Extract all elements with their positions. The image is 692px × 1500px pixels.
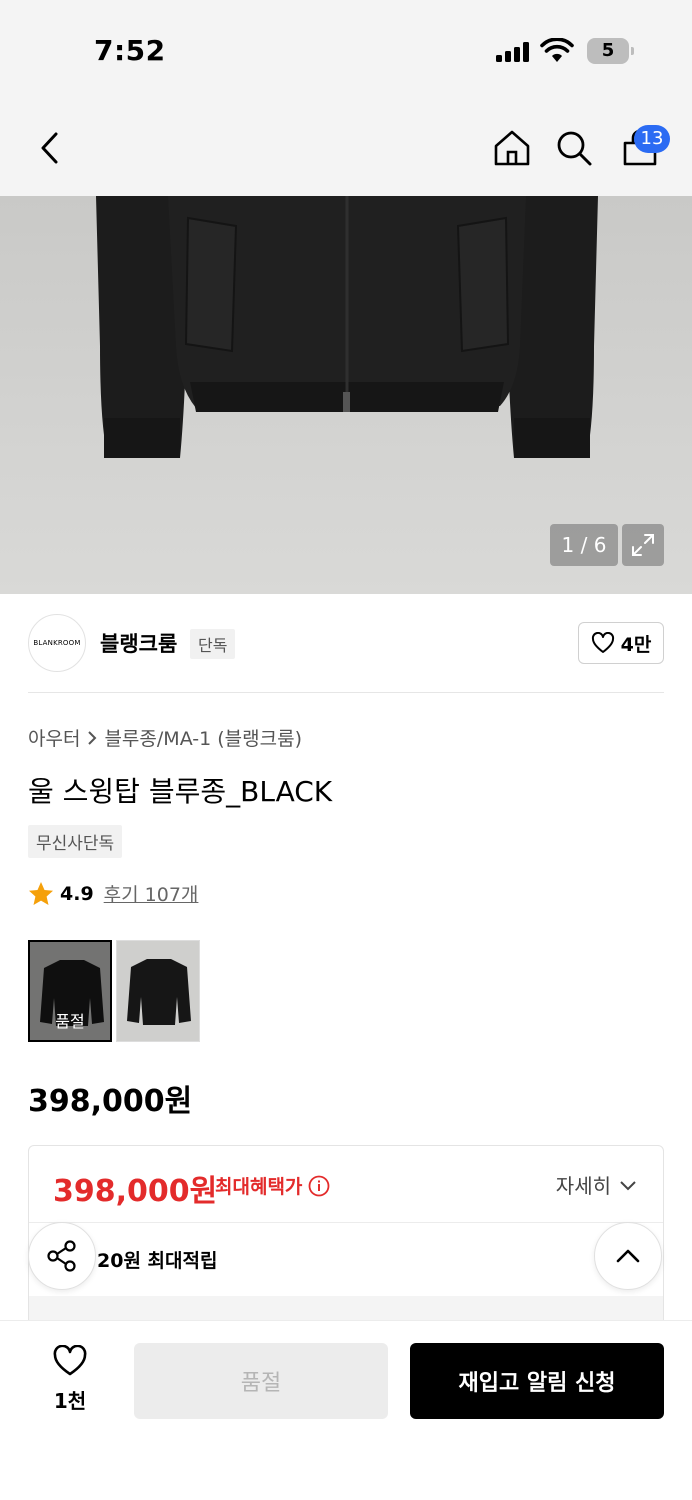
chevron-down-icon bbox=[620, 1180, 636, 1190]
star-icon bbox=[29, 881, 53, 905]
brand-row: BLANKROOM 블랭크룸 단독 4만 bbox=[28, 614, 664, 674]
status-time: 7:52 bbox=[94, 34, 166, 67]
wishlist-button[interactable]: 1천 bbox=[40, 1344, 100, 1414]
status-bar: 7:52 5 bbox=[0, 0, 692, 100]
divider bbox=[28, 692, 664, 693]
search-icon bbox=[557, 131, 592, 166]
max-points: 20원 최대적립 bbox=[97, 1250, 218, 1272]
breadcrumb-category[interactable]: 아우터 bbox=[28, 724, 80, 751]
swatch-black[interactable]: 품절 bbox=[28, 940, 112, 1042]
max-benefit-price: 398,000원 bbox=[53, 1174, 218, 1209]
image-counter: 1 / 6 bbox=[550, 524, 618, 566]
battery-indicator: 5 bbox=[587, 38, 634, 64]
swatch-image bbox=[117, 941, 199, 1041]
share-icon bbox=[47, 1240, 76, 1272]
restock-alert-button[interactable]: 재입고 알림 신청 bbox=[410, 1343, 664, 1419]
brand-like-count: 4만 bbox=[620, 633, 652, 656]
top-nav bbox=[0, 100, 692, 196]
sold-out-label: 품절 bbox=[55, 1012, 85, 1031]
max-benefit-label: 최대혜택가 bbox=[215, 1172, 330, 1199]
wishlist-count: 1천 bbox=[53, 1389, 87, 1413]
exclusive-badge: 무신사단독 bbox=[28, 825, 123, 858]
signal-icon bbox=[496, 42, 529, 62]
home-button[interactable] bbox=[486, 122, 538, 174]
benefit-divider bbox=[29, 1222, 663, 1223]
expand-icon bbox=[632, 534, 654, 556]
brand-exclusive-tag: 단독 bbox=[190, 629, 236, 659]
back-button[interactable] bbox=[24, 122, 76, 174]
product-title: 울 스윙탑 블루종_BLACK bbox=[28, 775, 333, 808]
review-link[interactable]: 후기 107개 bbox=[104, 880, 199, 907]
chevron-up-icon bbox=[616, 1249, 640, 1263]
expand-image-button[interactable] bbox=[622, 524, 664, 566]
share-button[interactable] bbox=[28, 1222, 96, 1290]
rating-score: 4.9 bbox=[60, 882, 94, 905]
chevron-right-icon bbox=[88, 730, 97, 745]
wifi-icon bbox=[540, 38, 574, 62]
search-button[interactable] bbox=[548, 122, 600, 174]
benefit-box: 398,000원 최대혜택가 자세히 20원 최대적립 bbox=[28, 1145, 664, 1345]
detail-toggle[interactable]: 자세히 bbox=[556, 1170, 637, 1199]
heart-icon bbox=[591, 632, 614, 653]
swatch-alt[interactable] bbox=[116, 940, 200, 1042]
max-benefit-text: 최대혜택가 bbox=[215, 1176, 303, 1198]
brand-like-button[interactable]: 4만 bbox=[578, 622, 664, 664]
product-price: 398,000원 bbox=[28, 1084, 193, 1119]
back-icon bbox=[41, 132, 58, 164]
bottom-action-bar: 1천 품절 재입고 알림 신청 bbox=[0, 1320, 692, 1500]
detail-label: 자세히 bbox=[555, 1174, 611, 1198]
breadcrumb-subcategory[interactable]: 블루종/MA-1 (블랭크룸) bbox=[104, 724, 302, 751]
cart-count-badge: 13 bbox=[634, 125, 670, 153]
color-swatches: 품절 bbox=[28, 940, 200, 1042]
rating-row: 4.9 후기 107개 bbox=[28, 880, 198, 907]
info-icon[interactable] bbox=[308, 1175, 330, 1197]
home-icon bbox=[494, 130, 530, 166]
heart-icon bbox=[53, 1344, 87, 1376]
scroll-top-button[interactable] bbox=[594, 1222, 662, 1290]
breadcrumb: 아우터 블루종/MA-1 (블랭크룸) bbox=[28, 724, 302, 751]
sold-out-button[interactable]: 품절 bbox=[134, 1343, 388, 1419]
brand-name[interactable]: 블랭크룸 bbox=[100, 628, 177, 658]
brand-logo[interactable]: BLANKROOM bbox=[28, 614, 86, 672]
